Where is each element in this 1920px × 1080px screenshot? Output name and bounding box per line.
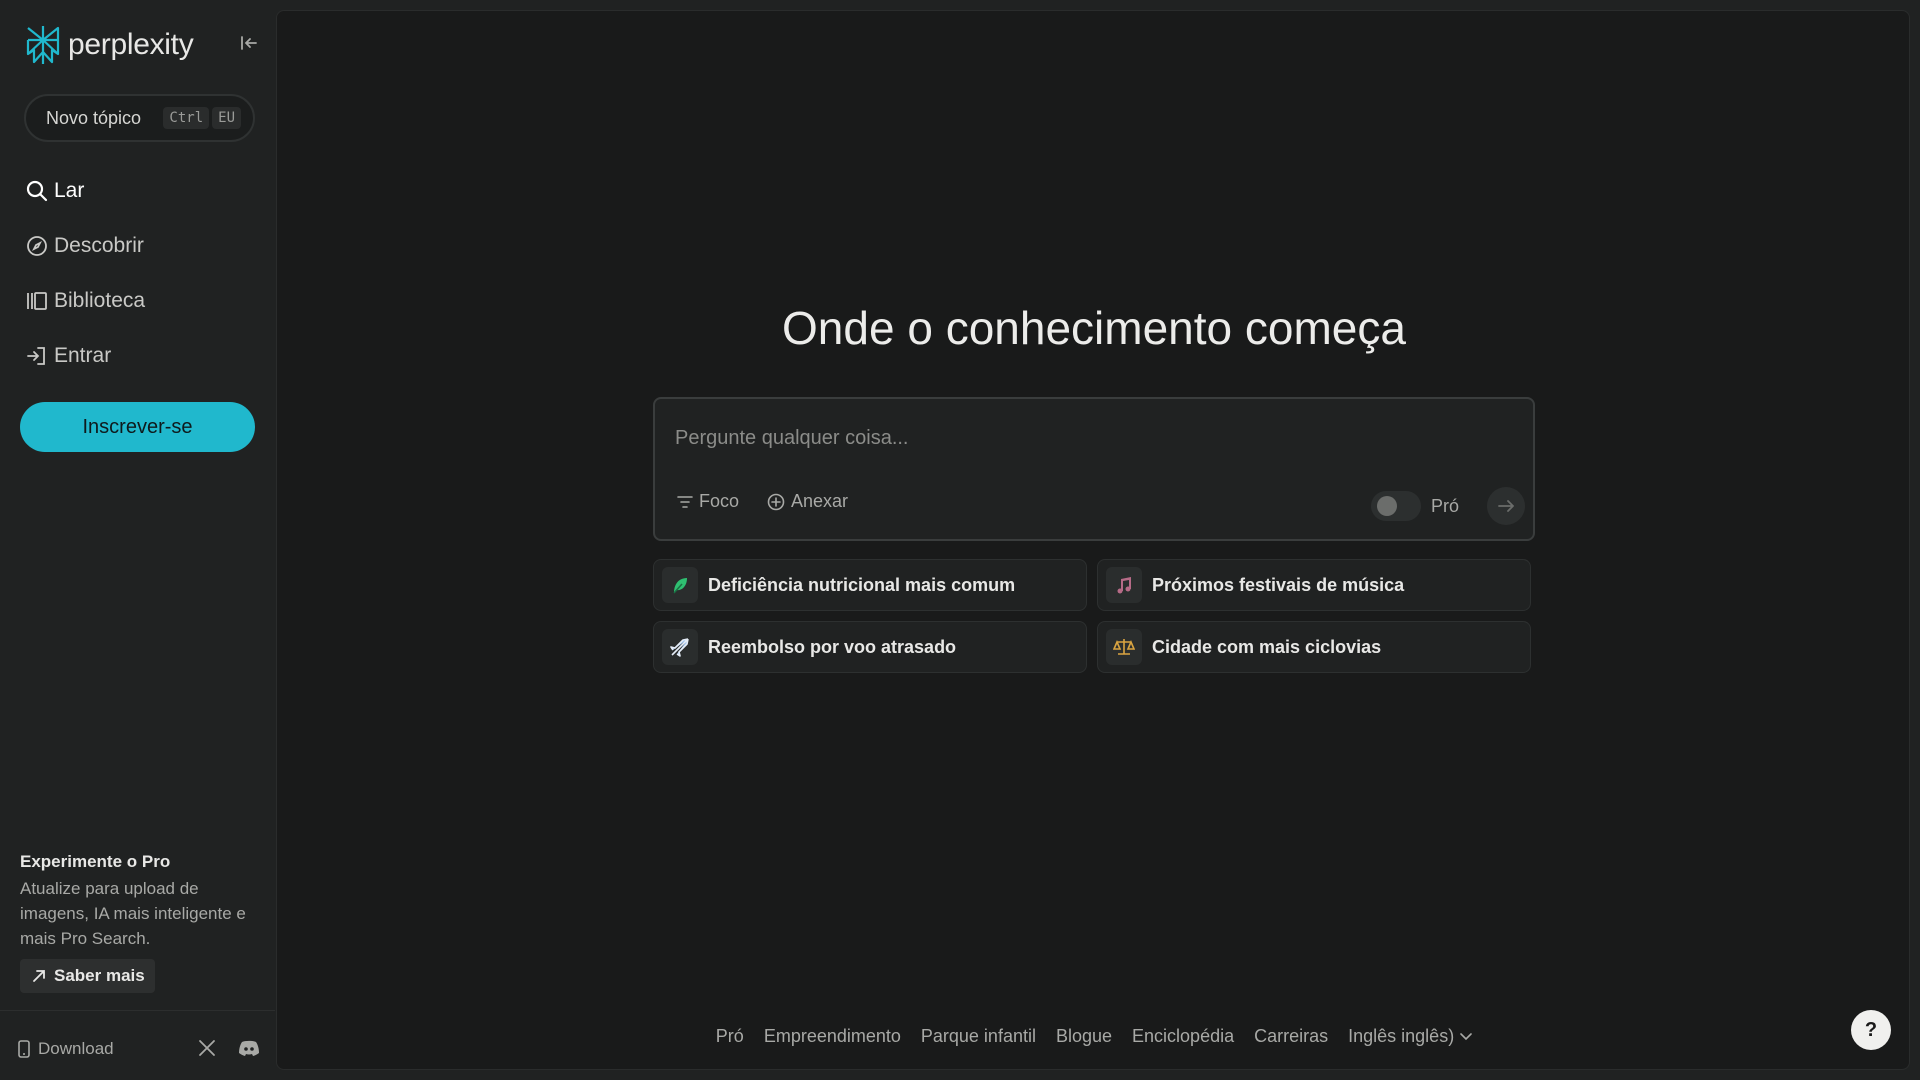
nav-item-home[interactable]: Lar [26, 175, 84, 207]
footer-links: Pró Empreendimento Parque infantil Blogu… [277, 1026, 1911, 1047]
footer-link-blog[interactable]: Blogue [1056, 1026, 1112, 1047]
compass-icon [26, 235, 48, 257]
nav-item-discover[interactable]: Descobrir [26, 230, 144, 262]
arrow-up-right-icon [33, 970, 45, 982]
nav-label: Lar [54, 179, 85, 202]
suggestion-text: Cidade com mais ciclovias [1152, 636, 1382, 657]
search-input[interactable] [675, 423, 1495, 453]
submit-button[interactable] [1487, 487, 1525, 525]
suggestion-text: Próximos festivais de música [1152, 574, 1405, 595]
logo[interactable]: perplexity [24, 24, 194, 66]
collapse-sidebar-button[interactable] [238, 32, 260, 54]
suggestion-card[interactable]: Reembolso por voo atrasado [653, 621, 1087, 673]
nav-label: Entrar [54, 344, 112, 367]
search-box: Foco Anexar Pró [653, 397, 1535, 541]
keyboard-shortcut: Ctrl EU [163, 107, 241, 129]
new-topic-button[interactable]: Novo tópico Ctrl EU [24, 94, 255, 142]
plus-circle-icon [767, 493, 785, 510]
perplexity-logo-icon [26, 26, 60, 64]
login-icon [26, 345, 48, 367]
main-panel: Onde o conhecimento começa Foco Anexar P… [276, 10, 1910, 1070]
nav-item-signin[interactable]: Entrar [26, 340, 111, 372]
footer-link-careers[interactable]: Carreiras [1254, 1026, 1328, 1047]
download-link[interactable]: Download [18, 1039, 114, 1059]
suggestion-text: Reembolso por voo atrasado [708, 636, 957, 657]
collapse-left-icon [241, 36, 257, 50]
phone-icon [18, 1040, 30, 1058]
filter-icon [677, 495, 693, 508]
chevron-down-icon [1460, 1032, 1472, 1040]
new-topic-label: Novo tópico [46, 107, 142, 128]
pro-promo-description: Atualize para upload de imagens, IA mais… [20, 879, 246, 948]
arrow-right-icon [1498, 500, 1514, 512]
kbd-ctrl: Ctrl [163, 107, 210, 129]
footer-link-pro[interactable]: Pró [716, 1026, 744, 1047]
sidebar-footer: Download [0, 1010, 275, 1080]
x-twitter-icon[interactable] [198, 1039, 216, 1062]
page-title: Onde o conhecimento começa [782, 302, 1406, 354]
learn-more-button[interactable]: Saber mais [20, 959, 155, 993]
music-note-icon [1106, 567, 1142, 603]
help-button[interactable]: ? [1851, 1010, 1891, 1050]
nav-item-library[interactable]: Biblioteca [26, 285, 145, 317]
toggle-knob [1377, 496, 1397, 516]
learn-more-label: Saber mais [54, 966, 145, 985]
suggestion-card[interactable]: Próximos festivais de música [1097, 559, 1531, 611]
footer-link-playground[interactable]: Parque infantil [921, 1026, 1036, 1047]
pro-promo: Experimente o Pro Atualize para upload d… [20, 852, 260, 993]
focus-button[interactable]: Foco [677, 491, 739, 512]
scales-icon [1106, 629, 1142, 665]
search-icon [26, 180, 48, 202]
language-label: Inglês inglês) [1348, 1026, 1455, 1046]
language-selector[interactable]: Inglês inglês) [1348, 1026, 1472, 1047]
airplane-icon [662, 629, 698, 665]
pro-toggle[interactable] [1371, 491, 1421, 521]
attach-label: Anexar [791, 491, 849, 511]
download-label: Download [38, 1039, 114, 1058]
library-icon [26, 290, 48, 312]
signup-button[interactable]: Inscrever-se [20, 402, 255, 452]
sidebar: perplexity Novo tópico Ctrl EU Lar Desco… [0, 0, 275, 1080]
pro-toggle-label: Pró [1431, 496, 1460, 516]
suggestion-card[interactable]: Cidade com mais ciclovias [1097, 621, 1531, 673]
footer-link-encyclopedia[interactable]: Enciclopédia [1132, 1026, 1234, 1047]
footer-link-enterprise[interactable]: Empreendimento [764, 1026, 901, 1047]
nav-label: Descobrir [54, 234, 144, 257]
focus-label: Foco [699, 491, 740, 511]
discord-icon[interactable] [238, 1039, 260, 1062]
suggestion-card[interactable]: Deficiência nutricional mais comum [653, 559, 1087, 611]
logo-text: perplexity [68, 28, 194, 61]
attach-button[interactable]: Anexar [767, 491, 848, 512]
suggestion-text: Deficiência nutricional mais comum [708, 574, 1016, 595]
kbd-key: EU [212, 107, 241, 129]
nav-label: Biblioteca [54, 289, 146, 312]
leaf-icon [662, 567, 698, 603]
pro-promo-title: Experimente o Pro [20, 852, 171, 871]
